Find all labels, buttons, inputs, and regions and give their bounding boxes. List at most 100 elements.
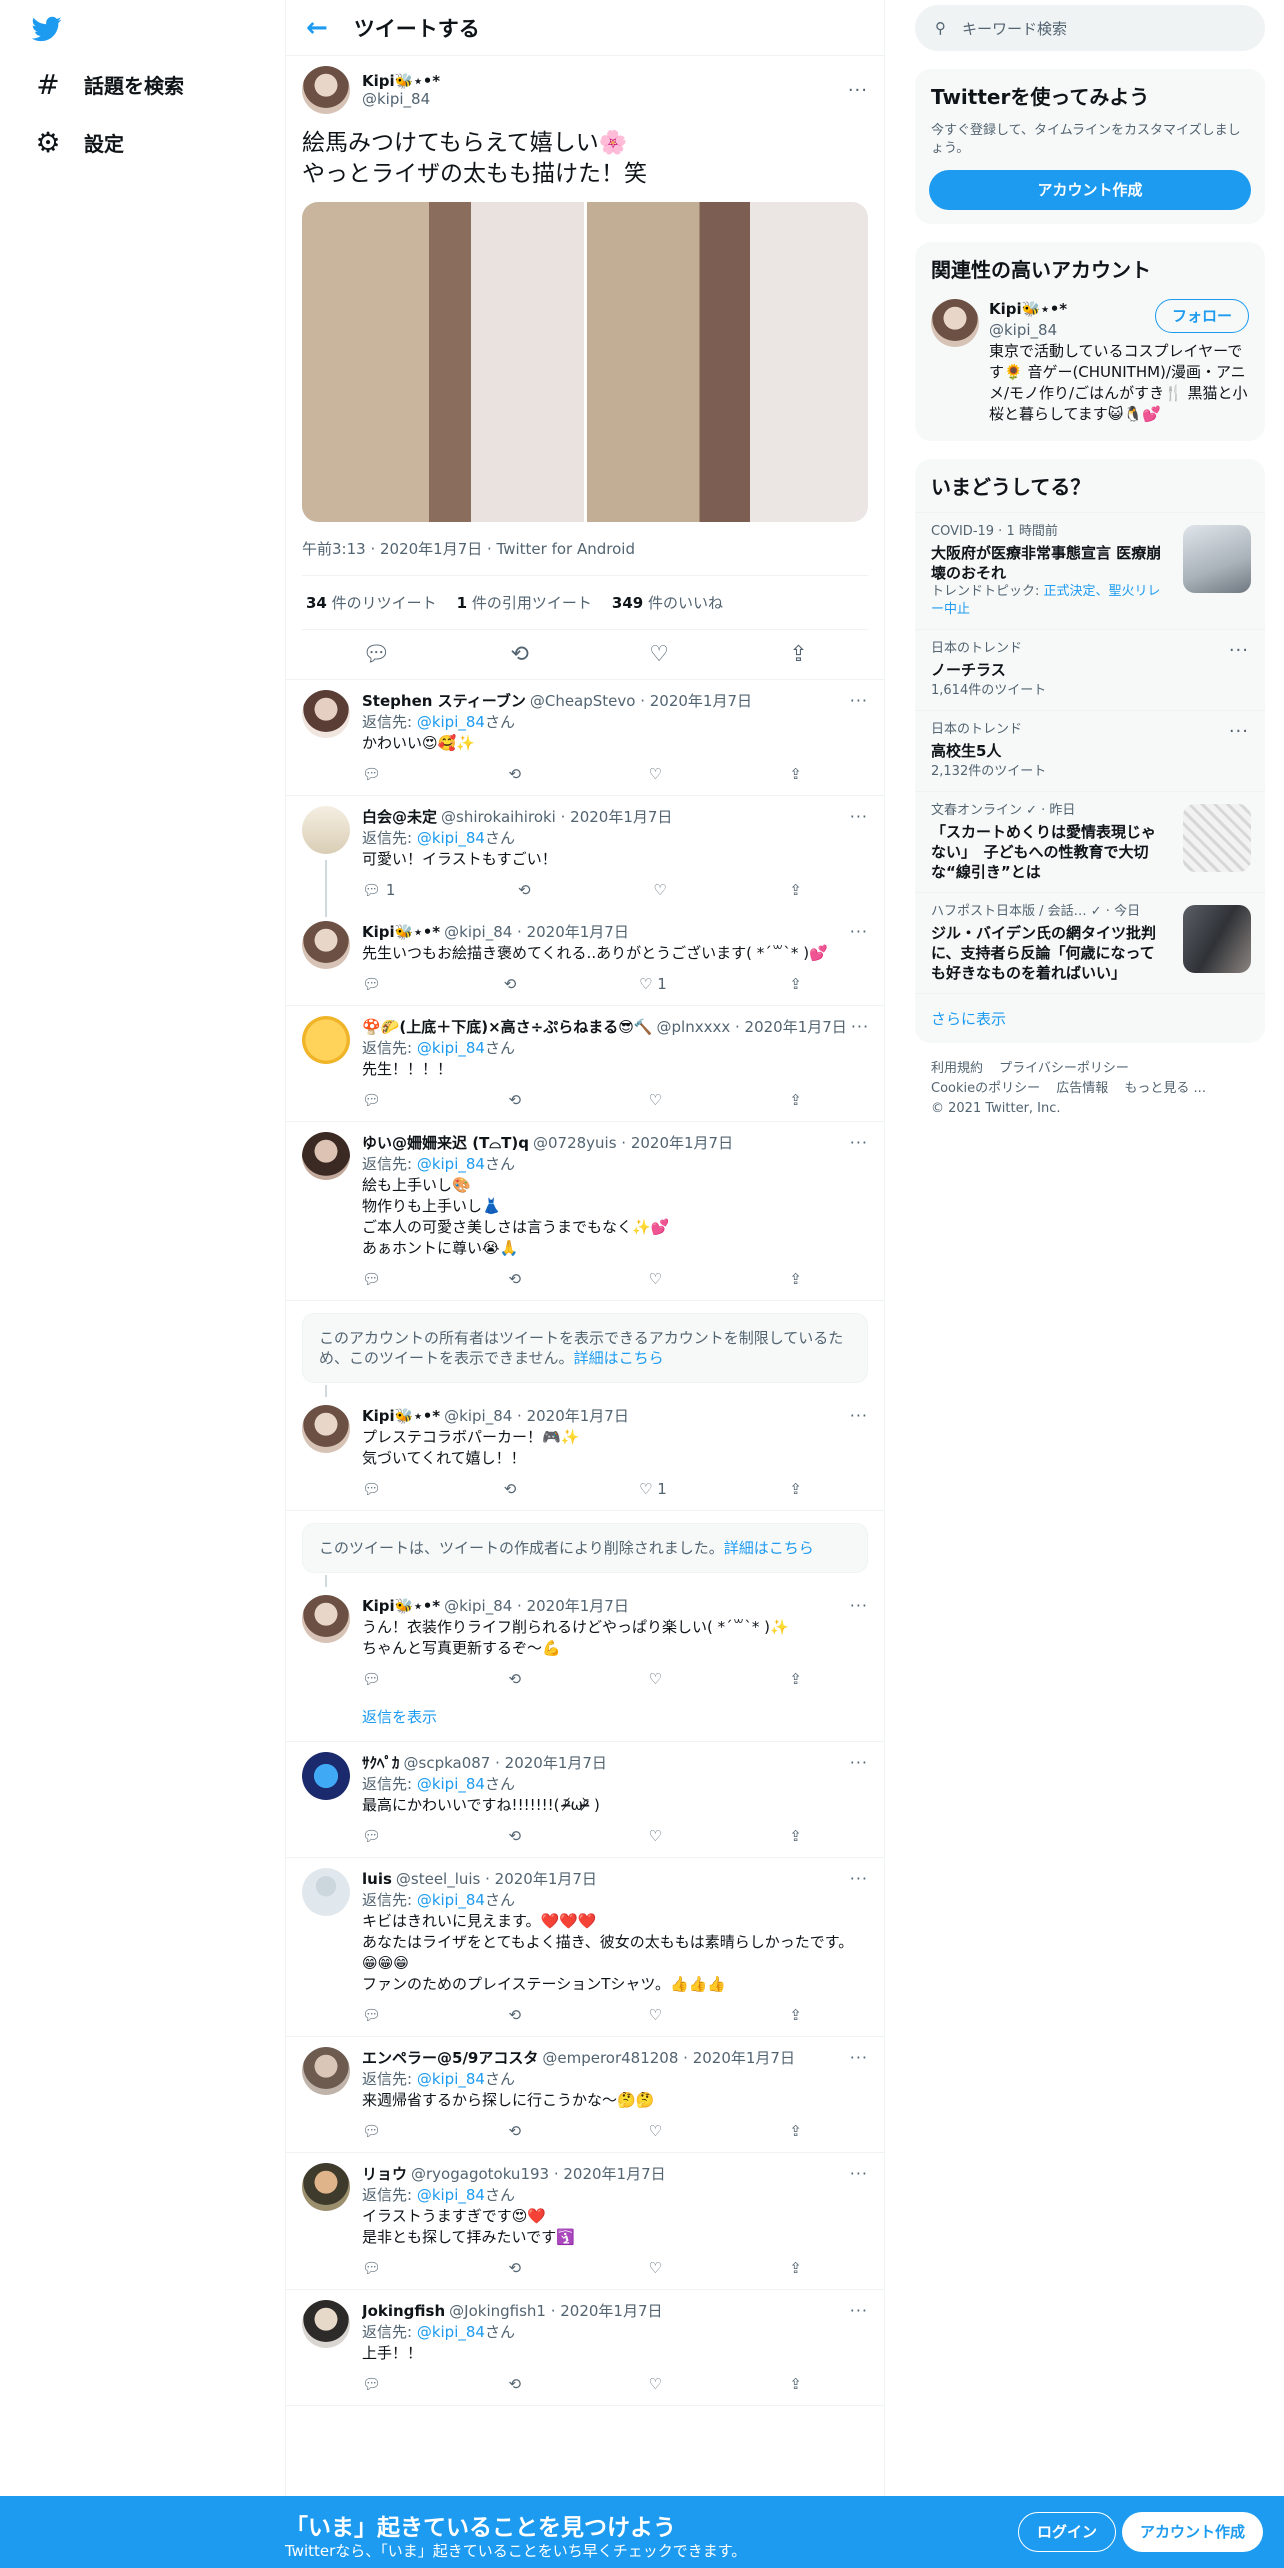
- nav-settings[interactable]: ⚙ 設定: [34, 126, 124, 159]
- reply-icon[interactable]: 💬︎: [362, 2374, 381, 2395]
- author-handle[interactable]: @kipi_84: [362, 90, 440, 108]
- like-icon[interactable]: ♡: [649, 764, 662, 785]
- retweet-icon[interactable]: ⟲: [518, 880, 531, 901]
- reply-tweet[interactable]: 🍄🌮(上底＋下底)×高さ÷ぷらねまる😎🔨 @plnxxxx · 2020年1月7…: [286, 1006, 884, 1122]
- more-icon[interactable]: ···: [850, 1132, 868, 1153]
- reply-tweet[interactable]: Kipi🐝⋆•* @kipi_84 · 2020年1月7日 ··· プレステコラ…: [286, 1385, 884, 1511]
- reply-icon[interactable]: 💬︎: [362, 2121, 381, 2142]
- retweet-icon[interactable]: ⟲: [508, 2005, 521, 2026]
- trend-item[interactable]: ハフポスト日本版 / 会話… ✓ · 今日 ジル・バイデン氏の網タイツ批判に、支…: [915, 892, 1265, 993]
- back-arrow-icon[interactable]: ←: [306, 13, 328, 43]
- reply-author-handle[interactable]: @Jokingfish1 · 2020年1月7日: [449, 2301, 662, 2322]
- reply-tweet[interactable]: ｻｸﾍﾟｶ @scpka087 · 2020年1月7日 ··· 返信先: @ki…: [286, 1742, 884, 1858]
- deleted-notice-link[interactable]: 詳細はこちら: [724, 1539, 814, 1557]
- like-icon[interactable]: ♡: [649, 1090, 662, 1111]
- share-icon[interactable]: ⇪: [789, 1090, 802, 1111]
- trend-item[interactable]: 日本のトレンド ノーチラス 1,614件のツイート ···: [915, 629, 1265, 710]
- share-icon[interactable]: ⇪: [789, 642, 807, 667]
- restricted-notice-link[interactable]: 詳細はこちら: [574, 1349, 664, 1367]
- trend-item[interactable]: 日本のトレンド 高校生5人 2,132件のツイート ···: [915, 710, 1265, 791]
- reply-icon[interactable]: 💬︎: [362, 2258, 381, 2279]
- share-icon[interactable]: ⇪: [789, 2258, 802, 2279]
- retweet-icon[interactable]: ⟲: [508, 2374, 521, 2395]
- like-icon[interactable]: ♡: [649, 2121, 662, 2142]
- reply-author-name[interactable]: ゆい@姍姍来迟 (T⌓T)q: [362, 1133, 529, 1154]
- reply-icon[interactable]: 💬︎: [362, 974, 381, 995]
- share-icon[interactable]: ⇪: [789, 1269, 802, 1290]
- more-icon[interactable]: ···: [850, 2047, 868, 2068]
- share-icon[interactable]: ⇪: [789, 764, 802, 785]
- media-photo-1[interactable]: [302, 202, 584, 522]
- like-stat[interactable]: 349 件のいいね: [612, 592, 723, 613]
- reply-icon[interactable]: 💬︎: [362, 642, 390, 667]
- reply-tweet[interactable]: Kipi🐝⋆•* @kipi_84 · 2020年1月7日 ··· うん！衣装作…: [286, 1575, 884, 1700]
- reply-tweet[interactable]: ゆい@姍姍来迟 (T⌓T)q @0728yuis · 2020年1月7日 ···…: [286, 1122, 884, 1301]
- reply-author-handle[interactable]: @emperor481208 · 2020年1月7日: [542, 2048, 795, 2069]
- related-handle[interactable]: @kipi_84: [989, 320, 1067, 341]
- share-icon[interactable]: ⇪: [789, 1479, 802, 1500]
- reply-author-handle[interactable]: @kipi_84 · 2020年1月7日: [444, 1406, 629, 1427]
- reply-tweet[interactable]: リョウ @ryogagotoku193 · 2020年1月7日 ··· 返信先:…: [286, 2153, 884, 2290]
- avatar[interactable]: [302, 921, 350, 969]
- media-photo-2[interactable]: [586, 202, 868, 522]
- trend-item[interactable]: 文春オンライン ✓ · 昨日 「スカートめくりは愛情表現じゃない」 子どもへの性…: [915, 791, 1265, 892]
- more-icon[interactable]: ···: [1229, 723, 1249, 741]
- reply-icon[interactable]: 💬︎ 1: [362, 880, 395, 901]
- reply-icon[interactable]: 💬︎: [362, 1826, 381, 1847]
- reply-author-name[interactable]: Kipi🐝⋆•*: [362, 1596, 440, 1617]
- reply-tweet[interactable]: luis @steel_luis · 2020年1月7日 ··· 返信先: @k…: [286, 1858, 884, 2037]
- quote-stat[interactable]: 1 件の引用ツイート: [457, 592, 592, 613]
- reply-tweet[interactable]: 白会@未定 @shirokaihiroki · 2020年1月7日 ··· 返信…: [286, 796, 884, 917]
- reply-icon[interactable]: 💬︎: [362, 764, 381, 785]
- retweet-icon[interactable]: ⟲: [508, 764, 521, 785]
- like-icon[interactable]: ♡: [649, 2258, 662, 2279]
- like-icon[interactable]: ♡: [653, 880, 666, 901]
- footer-link-cookies[interactable]: Cookieのポリシー: [931, 1081, 1040, 1096]
- avatar[interactable]: [302, 1752, 350, 1800]
- more-icon[interactable]: ···: [850, 2300, 868, 2321]
- avatar[interactable]: [302, 690, 350, 738]
- reply-icon[interactable]: 💬︎: [362, 1479, 381, 1500]
- more-icon[interactable]: ···: [850, 1868, 868, 1889]
- reply-to-handle[interactable]: @kipi_84: [417, 2323, 485, 2341]
- create-account-button[interactable]: アカウント作成: [929, 170, 1251, 210]
- reply-author-name[interactable]: Kipi🐝⋆•*: [362, 922, 440, 943]
- like-icon[interactable]: ♡ 1: [639, 1479, 667, 1500]
- reply-icon[interactable]: 💬︎: [362, 1090, 381, 1111]
- more-icon[interactable]: ···: [850, 921, 868, 942]
- like-icon[interactable]: ♡: [649, 1669, 662, 1690]
- reply-tweet[interactable]: エンペラー@5/9アコスタ @emperor481208 · 2020年1月7日…: [286, 2037, 884, 2153]
- retweet-icon[interactable]: ⟲: [508, 1090, 521, 1111]
- more-icon[interactable]: ···: [850, 1752, 868, 1773]
- author-name[interactable]: Kipi🐝⋆•*: [362, 72, 440, 90]
- share-icon[interactable]: ⇪: [789, 880, 802, 901]
- share-icon[interactable]: ⇪: [789, 2121, 802, 2142]
- retweet-icon[interactable]: ⟲: [510, 642, 528, 667]
- avatar[interactable]: [302, 1016, 350, 1064]
- reply-author-name[interactable]: luis: [362, 1869, 392, 1890]
- reply-author-name[interactable]: 白会@未定: [362, 807, 437, 828]
- more-icon[interactable]: ···: [850, 1595, 868, 1616]
- reply-to-handle[interactable]: @kipi_84: [417, 2070, 485, 2088]
- avatar[interactable]: [302, 2163, 350, 2211]
- footer-link-more[interactable]: もっと見る ...: [1124, 1081, 1206, 1096]
- more-icon[interactable]: ···: [1229, 642, 1249, 660]
- like-icon[interactable]: ♡: [649, 2374, 662, 2395]
- reply-author-handle[interactable]: @ryogagotoku193 · 2020年1月7日: [411, 2164, 666, 2185]
- reply-author-name[interactable]: ｻｸﾍﾟｶ: [362, 1753, 400, 1774]
- share-icon[interactable]: ⇪: [789, 1826, 802, 1847]
- reply-author-name[interactable]: Kipi🐝⋆•*: [362, 1406, 440, 1427]
- related-account[interactable]: Kipi🐝⋆•* @kipi_84 フォロー 東京で活動しているコスプレイヤーで…: [915, 295, 1265, 441]
- retweet-icon[interactable]: ⟲: [508, 2121, 521, 2142]
- footer-link-terms[interactable]: 利用規約: [931, 1061, 983, 1076]
- more-icon[interactable]: ···: [850, 690, 868, 711]
- avatar[interactable]: [302, 1132, 350, 1180]
- retweet-stat[interactable]: 34 件のリツイート: [306, 592, 437, 613]
- reply-to-handle[interactable]: @kipi_84: [417, 1891, 485, 1909]
- like-icon[interactable]: ♡: [649, 1826, 662, 1847]
- reply-to-handle[interactable]: @kipi_84: [417, 829, 485, 847]
- reply-icon[interactable]: 💬︎: [362, 1269, 381, 1290]
- reply-author-handle[interactable]: @0728yuis · 2020年1月7日: [533, 1133, 733, 1154]
- share-icon[interactable]: ⇪: [789, 2374, 802, 2395]
- avatar[interactable]: [302, 66, 350, 114]
